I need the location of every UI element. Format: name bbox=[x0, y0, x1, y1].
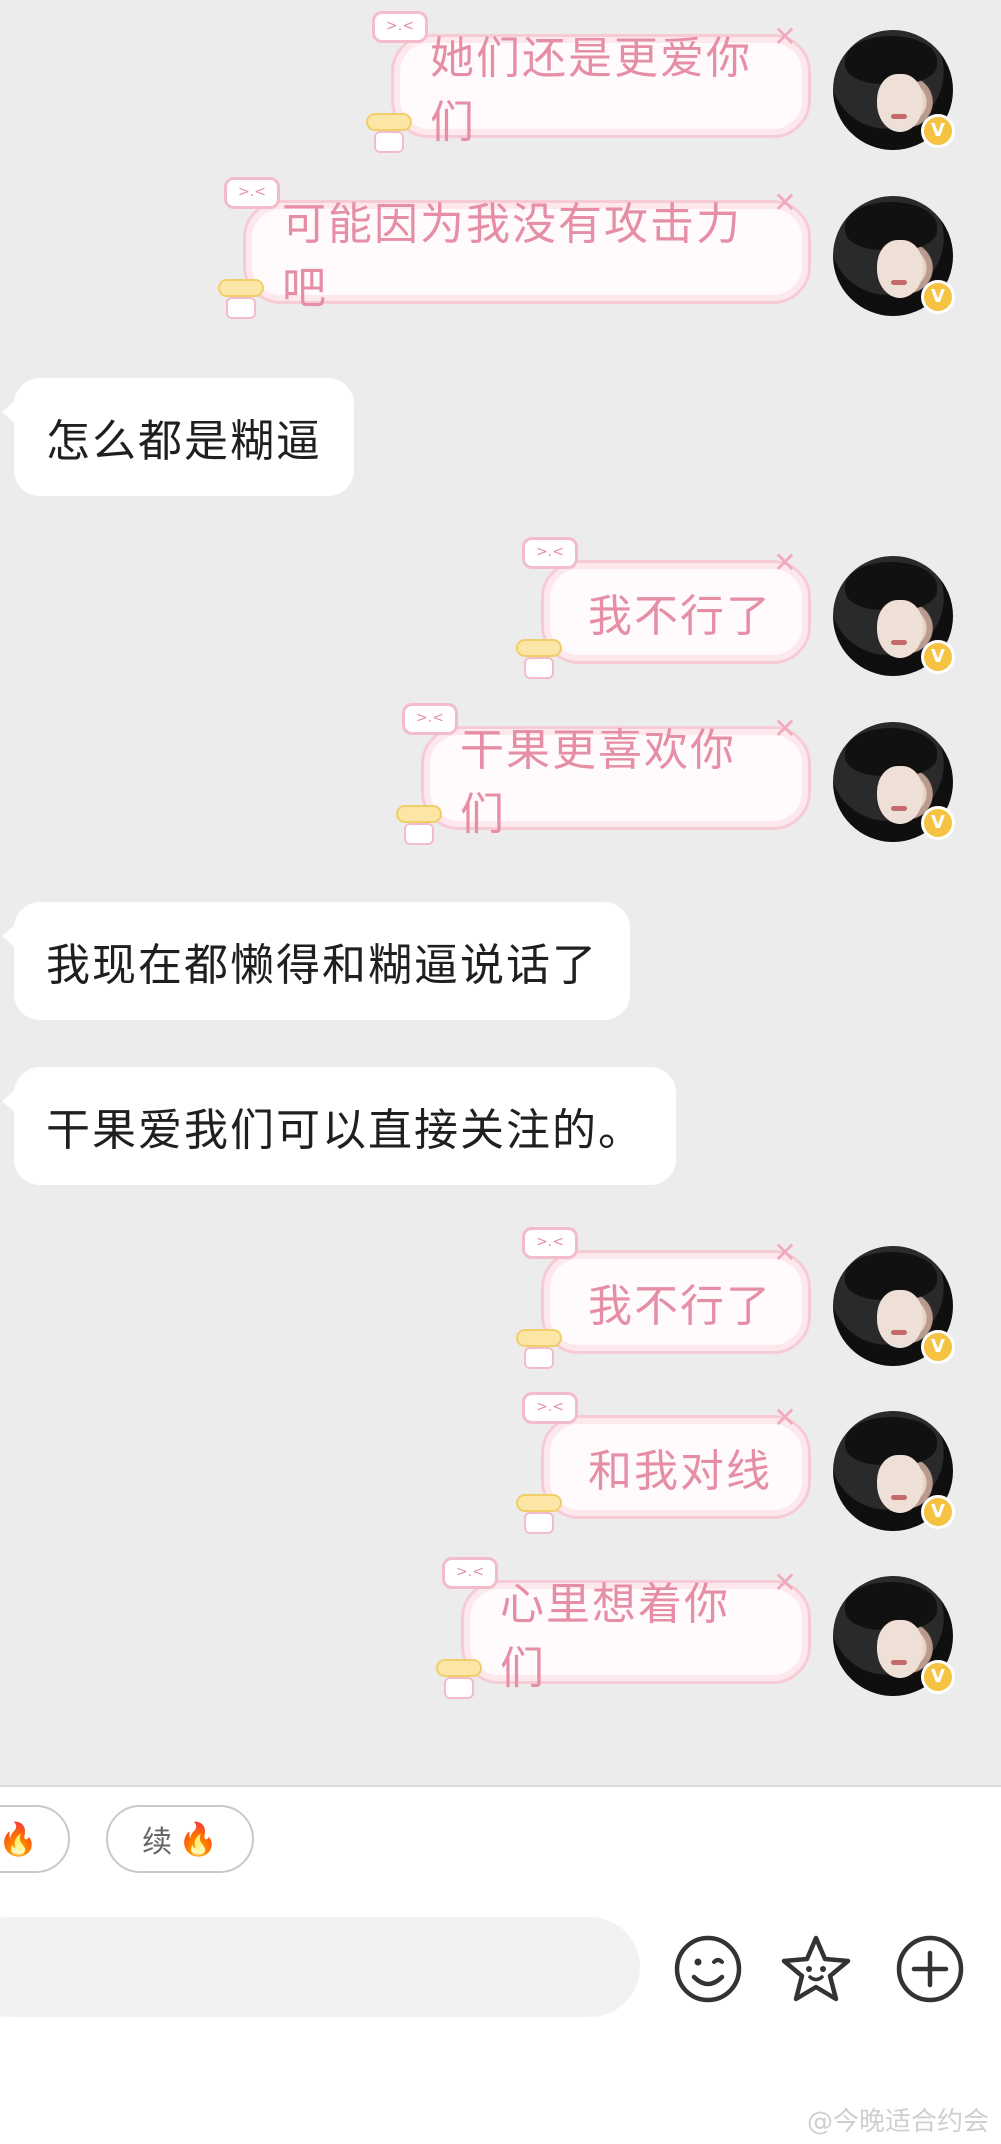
message-text: 和我对线 bbox=[588, 1446, 772, 1497]
verified-badge-icon: V bbox=[921, 280, 955, 314]
fire-icon: 🔥 bbox=[178, 1820, 218, 1858]
avatar[interactable]: V bbox=[833, 196, 955, 316]
heart-decoration-icon: ✕ bbox=[773, 546, 799, 579]
smiley-icon[interactable] bbox=[672, 1933, 744, 2005]
bow-decoration-icon bbox=[218, 275, 264, 319]
message-text: 我不行了 bbox=[588, 1281, 772, 1332]
message-text: 干果爱我们可以直接关注的。 bbox=[46, 1105, 644, 1156]
verified-badge-icon: V bbox=[921, 114, 955, 148]
message-row-outgoing: >.< ✕ 我不行了 V bbox=[0, 1227, 1001, 1378]
avatar[interactable]: V bbox=[833, 1411, 955, 1531]
bubble-tag-decoration: >.< bbox=[402, 703, 458, 735]
avatar[interactable]: V bbox=[833, 1246, 955, 1366]
message-bubble-outgoing[interactable]: >.< ✕ 和我对线 bbox=[516, 1392, 811, 1534]
verified-badge-icon: V bbox=[921, 1330, 955, 1364]
message-row-outgoing: >.< ✕ 她们还是更爱你们 V bbox=[0, 11, 1001, 162]
bubble-tag-decoration: >.< bbox=[522, 1227, 578, 1259]
message-bubble-incoming[interactable]: 怎么都是糊逼 bbox=[2, 378, 354, 496]
heart-decoration-icon: ✕ bbox=[773, 186, 799, 219]
heart-decoration-icon: ✕ bbox=[773, 20, 799, 53]
heart-decoration-icon: ✕ bbox=[773, 712, 799, 745]
fire-icon: 🔥 bbox=[0, 1820, 38, 1858]
message-input[interactable] bbox=[0, 1917, 640, 2017]
quick-reply-chip[interactable]: 🔥 bbox=[0, 1805, 70, 1873]
watermark: @今晚适合约会 bbox=[806, 2107, 989, 2137]
avatar[interactable]: V bbox=[833, 722, 955, 842]
quick-reply-chip[interactable]: 续 🔥 bbox=[106, 1805, 254, 1873]
avatar[interactable]: V bbox=[833, 1576, 955, 1696]
message-text: 我现在都懒得和糊逼说话了 bbox=[46, 940, 598, 991]
bow-decoration-icon bbox=[366, 109, 412, 153]
bubble-tag-decoration: >.< bbox=[442, 1557, 498, 1589]
chat-area[interactable]: >.< ✕ 她们还是更爱你们 V >.< ✕ 可能因为我没有攻击力吧 V 怎么都… bbox=[0, 0, 1001, 1785]
message-bubble-incoming[interactable]: 干果爱我们可以直接关注的。 bbox=[2, 1067, 676, 1185]
message-text: 她们还是更爱你们 bbox=[430, 33, 752, 148]
verified-badge-icon: V bbox=[921, 640, 955, 674]
bubble-tag-decoration: >.< bbox=[224, 177, 280, 209]
bow-decoration-icon bbox=[436, 1655, 482, 1699]
heart-decoration-icon: ✕ bbox=[773, 1401, 799, 1434]
message-row-outgoing: >.< ✕ 我不行了 V bbox=[0, 537, 1001, 688]
chip-label: 续 bbox=[142, 1825, 173, 1860]
message-bubble-outgoing[interactable]: >.< ✕ 我不行了 bbox=[516, 1227, 811, 1369]
bow-decoration-icon bbox=[516, 635, 562, 679]
avatar[interactable]: V bbox=[833, 556, 955, 676]
message-bubble-outgoing[interactable]: >.< ✕ 我不行了 bbox=[516, 537, 811, 679]
message-bubble-outgoing[interactable]: >.< ✕ 可能因为我没有攻击力吧 bbox=[218, 177, 811, 319]
message-bubble-outgoing[interactable]: >.< ✕ 心里想着你们 bbox=[436, 1557, 811, 1699]
message-text: 干果更喜欢你们 bbox=[460, 725, 736, 840]
verified-badge-icon: V bbox=[921, 1660, 955, 1694]
message-row-outgoing: >.< ✕ 干果更喜欢你们 V bbox=[0, 703, 1001, 854]
message-bubble-incoming[interactable]: 我现在都懒得和糊逼说话了 bbox=[2, 902, 630, 1020]
heart-decoration-icon: ✕ bbox=[773, 1236, 799, 1269]
message-text: 心里想着你们 bbox=[500, 1579, 730, 1694]
message-text: 怎么都是糊逼 bbox=[46, 416, 322, 467]
message-row-outgoing: >.< ✕ 可能因为我没有攻击力吧 V bbox=[0, 177, 1001, 328]
star-face-icon[interactable] bbox=[780, 1933, 852, 2005]
bottom-bar: 🔥 续 🔥 @今晚适合约会 bbox=[0, 1785, 1001, 2144]
avatar[interactable]: V bbox=[833, 30, 955, 150]
verified-badge-icon: V bbox=[921, 1495, 955, 1529]
bow-decoration-icon bbox=[516, 1325, 562, 1369]
bow-decoration-icon bbox=[516, 1490, 562, 1534]
plus-circle-icon[interactable] bbox=[894, 1933, 966, 2005]
heart-decoration-icon: ✕ bbox=[773, 1566, 799, 1599]
message-row-outgoing: >.< ✕ 和我对线 V bbox=[0, 1392, 1001, 1543]
message-bubble-outgoing[interactable]: >.< ✕ 干果更喜欢你们 bbox=[396, 703, 811, 845]
bubble-tag-decoration: >.< bbox=[522, 537, 578, 569]
bubble-tag-decoration: >.< bbox=[372, 11, 428, 43]
message-bubble-outgoing[interactable]: >.< ✕ 她们还是更爱你们 bbox=[366, 11, 811, 153]
bow-decoration-icon bbox=[396, 801, 442, 845]
message-text: 我不行了 bbox=[588, 591, 772, 642]
message-row-outgoing: >.< ✕ 心里想着你们 V bbox=[0, 1557, 1001, 1708]
message-text: 可能因为我没有攻击力吧 bbox=[282, 199, 742, 314]
bubble-tag-decoration: >.< bbox=[522, 1392, 578, 1424]
verified-badge-icon: V bbox=[921, 806, 955, 840]
